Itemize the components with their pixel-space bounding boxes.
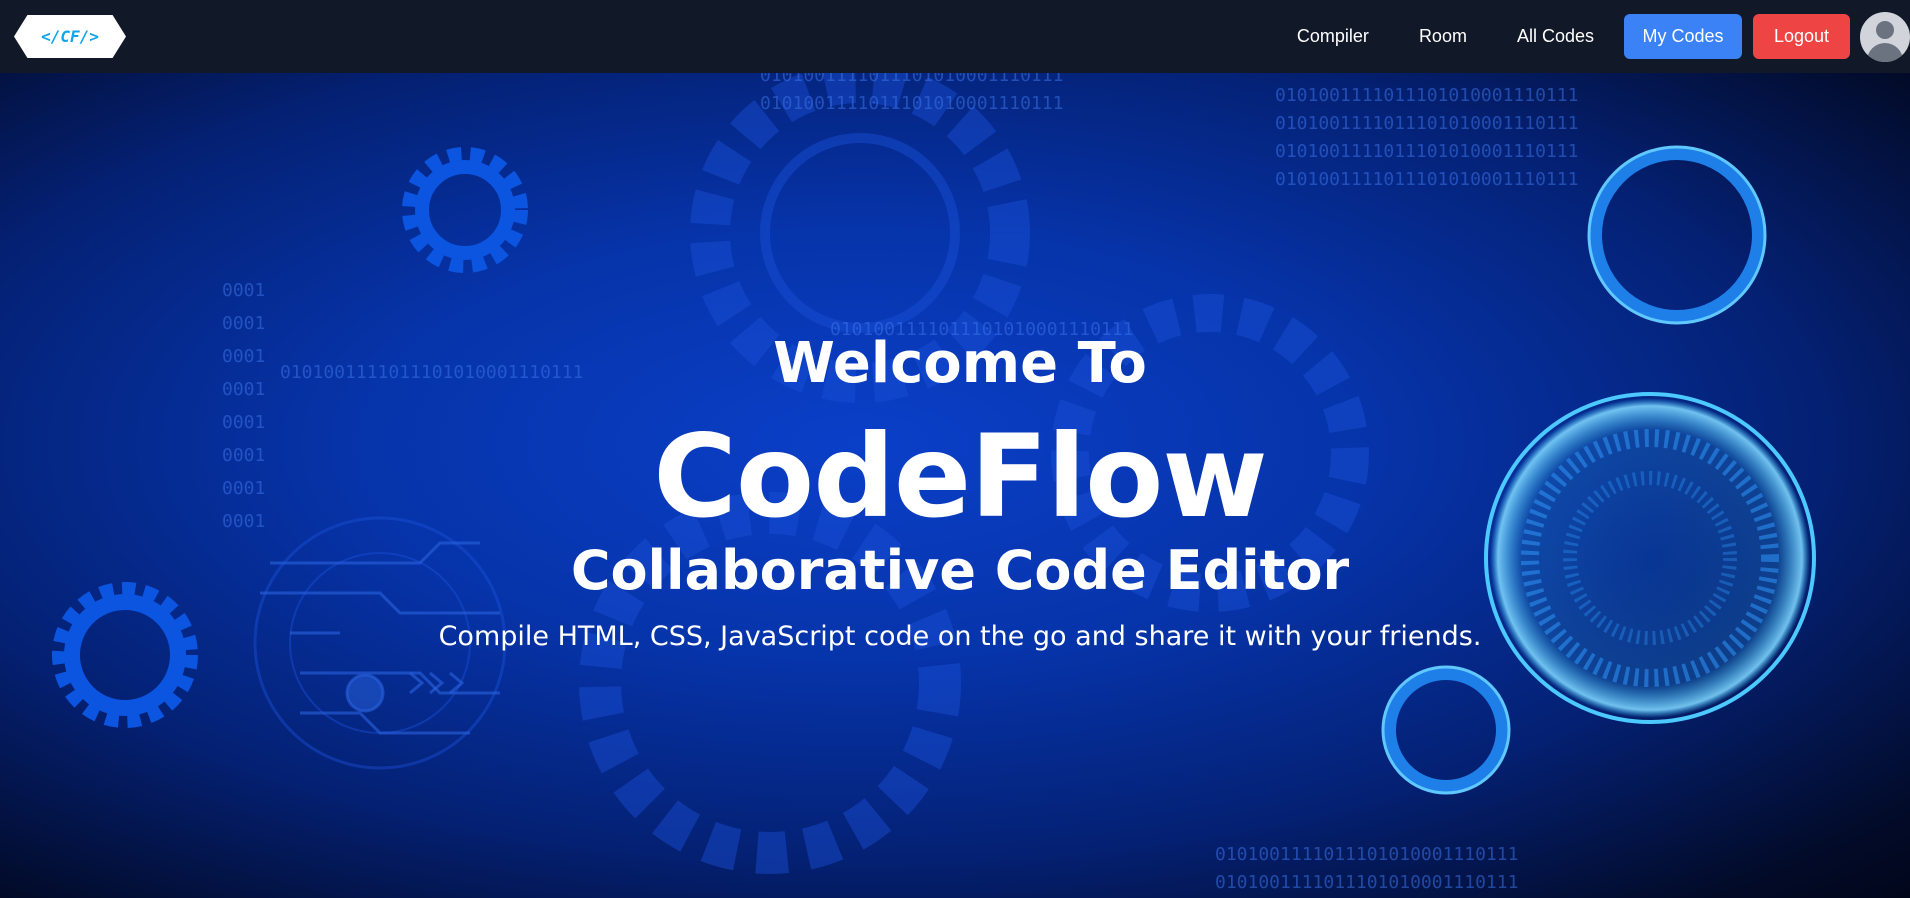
hero-subtitle: Collaborative Code Editor <box>570 539 1350 602</box>
svg-text:0101001111011101010001110111: 0101001111011101010001110111 <box>760 73 1063 86</box>
svg-text:0101001111011101010001110111: 0101001111011101010001110111 <box>1275 85 1578 106</box>
codeflow-logo[interactable]: </CF/> <box>14 15 126 58</box>
my-codes-button[interactable]: My Codes <box>1624 14 1742 59</box>
nav-link-room[interactable]: Room <box>1394 26 1492 47</box>
logo-text: </CF/> <box>41 27 99 46</box>
nav-link-all-codes[interactable]: All Codes <box>1492 26 1619 47</box>
svg-text:0101001111011101010001110111: 0101001111011101010001110111 <box>1215 872 1518 893</box>
svg-text:0101001111011101010001110111: 0101001111011101010001110111 <box>1275 141 1578 162</box>
hero-description: Compile HTML, CSS, JavaScript code on th… <box>438 621 1482 652</box>
hero-section: 0101001111011101010001110111 01010011110… <box>0 73 1910 898</box>
logout-button[interactable]: Logout <box>1753 14 1850 59</box>
svg-text:0101001111011101010001110111: 0101001111011101010001110111 <box>1275 169 1578 190</box>
welcome-heading: Welcome To <box>773 331 1147 396</box>
svg-text:0101001111011101010001110111: 0101001111011101010001110111 <box>760 93 1063 114</box>
svg-text:0101001111011101010001110111: 0101001111011101010001110111 <box>1215 844 1518 865</box>
brand-title: CodeFlow <box>653 410 1268 543</box>
nav-link-compiler[interactable]: Compiler <box>1272 26 1394 47</box>
svg-text:0101001111011101010001110111: 0101001111011101010001110111 <box>1275 113 1578 134</box>
svg-text:0001: 0001 <box>222 280 265 301</box>
top-navbar: </CF/> Compiler Room All Codes My Codes … <box>0 0 1910 73</box>
user-avatar-icon[interactable] <box>1860 11 1910 62</box>
